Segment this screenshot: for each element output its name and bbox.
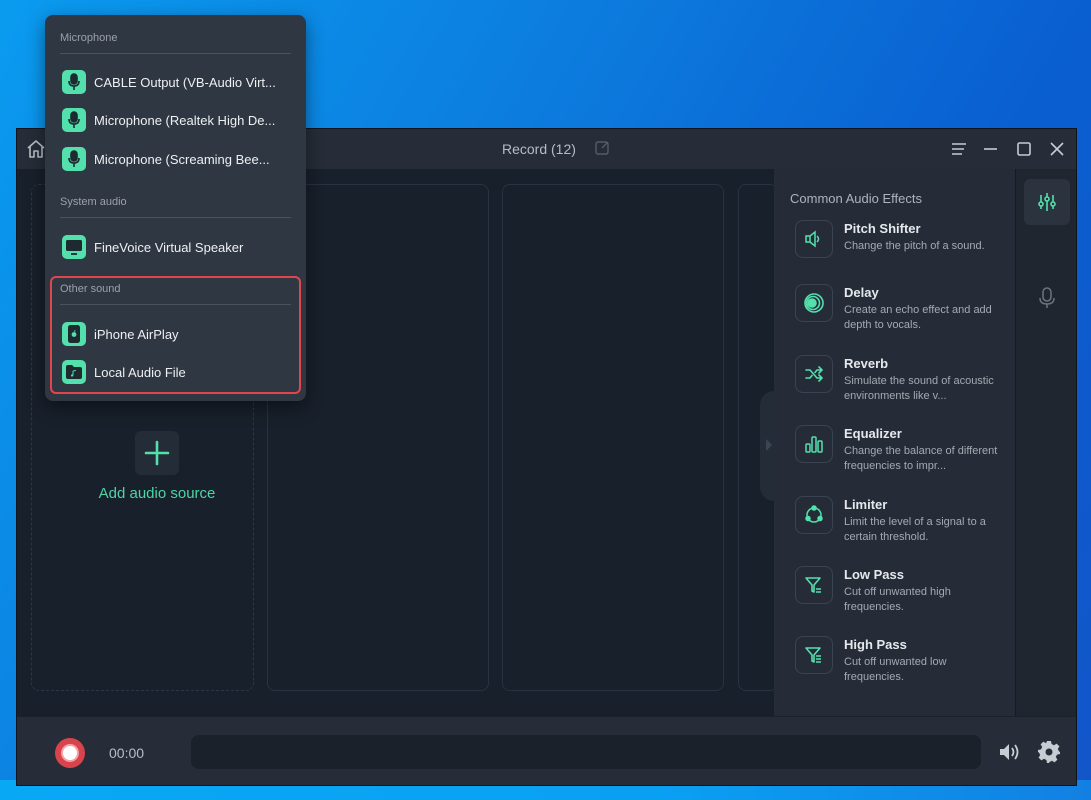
section-label-other-sound: Other sound — [60, 283, 121, 295]
track-card[interactable] — [502, 184, 724, 691]
source-item-realtek-mic[interactable]: Microphone (Realtek High De... — [62, 106, 292, 134]
effect-low-pass[interactable]: Low Pass Cut off unwanted high frequenci… — [786, 561, 1004, 623]
add-audio-source-button[interactable] — [135, 431, 179, 475]
microphone-icon — [68, 150, 80, 167]
echo-icon — [804, 293, 824, 313]
window-title: Record (12) — [502, 141, 576, 157]
effect-equalizer[interactable]: Equalizer Change the balance of differen… — [786, 420, 1004, 482]
source-item-screaming-bee-mic[interactable]: Microphone (Screaming Bee... — [62, 145, 292, 173]
section-label-microphone: Microphone — [60, 32, 118, 44]
bottom-bar: 00:00 — [17, 716, 1076, 785]
monitor-icon — [66, 240, 82, 255]
source-item-finevoice-speaker[interactable]: FineVoice Virtual Speaker — [62, 233, 292, 261]
speaker-icon — [805, 230, 820, 248]
volume-icon — [1000, 744, 1019, 760]
audio-source-dropdown: Microphone CABLE Output (VB-Audio Virt..… — [45, 15, 306, 401]
shuffle-icon — [805, 366, 824, 382]
filter-icon — [805, 577, 821, 593]
divider — [60, 304, 291, 305]
filter-list-icon — [805, 647, 821, 663]
record-button[interactable] — [55, 738, 85, 768]
music-file-icon — [66, 365, 82, 379]
divider — [60, 53, 291, 54]
equalizer-bars-icon — [805, 436, 823, 453]
effect-limiter[interactable]: Limiter Limit the level of a signal to a… — [786, 491, 1004, 553]
effects-panel: Common Audio Effects Pitch Shifter Chang… — [774, 169, 1015, 716]
hamburger-icon — [952, 143, 966, 155]
sliders-icon — [1038, 193, 1056, 211]
add-audio-source-label[interactable]: Add audio source — [77, 485, 237, 502]
maximize-icon — [1017, 142, 1031, 156]
record-icon — [63, 746, 77, 760]
minimize-icon — [984, 148, 997, 150]
settings-button[interactable] — [1037, 740, 1061, 764]
microphone-icon — [68, 73, 80, 90]
iphone-icon — [68, 325, 80, 343]
voice-tab-button[interactable] — [1037, 287, 1057, 309]
home-icon — [27, 140, 45, 158]
plus-icon — [144, 440, 170, 466]
effect-delay[interactable]: Delay Create an echo effect and add dept… — [786, 279, 1004, 341]
effects-tab-button[interactable] — [1024, 179, 1070, 225]
effects-title: Common Audio Effects — [790, 191, 922, 206]
source-item-local-audio-file[interactable]: Local Audio File — [62, 358, 292, 386]
rename-button[interactable] — [595, 141, 609, 155]
close-icon — [1050, 142, 1064, 156]
divider — [60, 217, 291, 218]
close-button[interactable] — [1047, 139, 1067, 159]
volume-button[interactable] — [997, 741, 1021, 763]
maximize-button[interactable] — [1014, 139, 1034, 159]
gear-icon — [1038, 741, 1060, 763]
minimize-button[interactable] — [981, 139, 1001, 159]
microphone-outline-icon — [1039, 287, 1055, 308]
edit-icon — [595, 141, 609, 155]
source-item-cable-output[interactable]: CABLE Output (VB-Audio Virt... — [62, 68, 292, 96]
side-rail — [1015, 169, 1076, 716]
menu-button[interactable] — [949, 139, 969, 159]
waveform-timeline[interactable] — [191, 735, 981, 769]
effect-high-pass[interactable]: High Pass Cut off unwanted low frequenci… — [786, 631, 1004, 693]
record-timer: 00:00 — [109, 745, 145, 761]
section-label-system-audio: System audio — [60, 196, 127, 208]
cycle-icon — [805, 505, 823, 523]
effect-pitch-shifter[interactable]: Pitch Shifter Change the pitch of a soun… — [786, 215, 1004, 277]
microphone-icon — [68, 111, 80, 128]
source-item-iphone-airplay[interactable]: iPhone AirPlay — [62, 320, 292, 348]
effect-reverb[interactable]: Reverb Simulate the sound of acoustic en… — [786, 350, 1004, 412]
home-button[interactable] — [25, 138, 47, 160]
